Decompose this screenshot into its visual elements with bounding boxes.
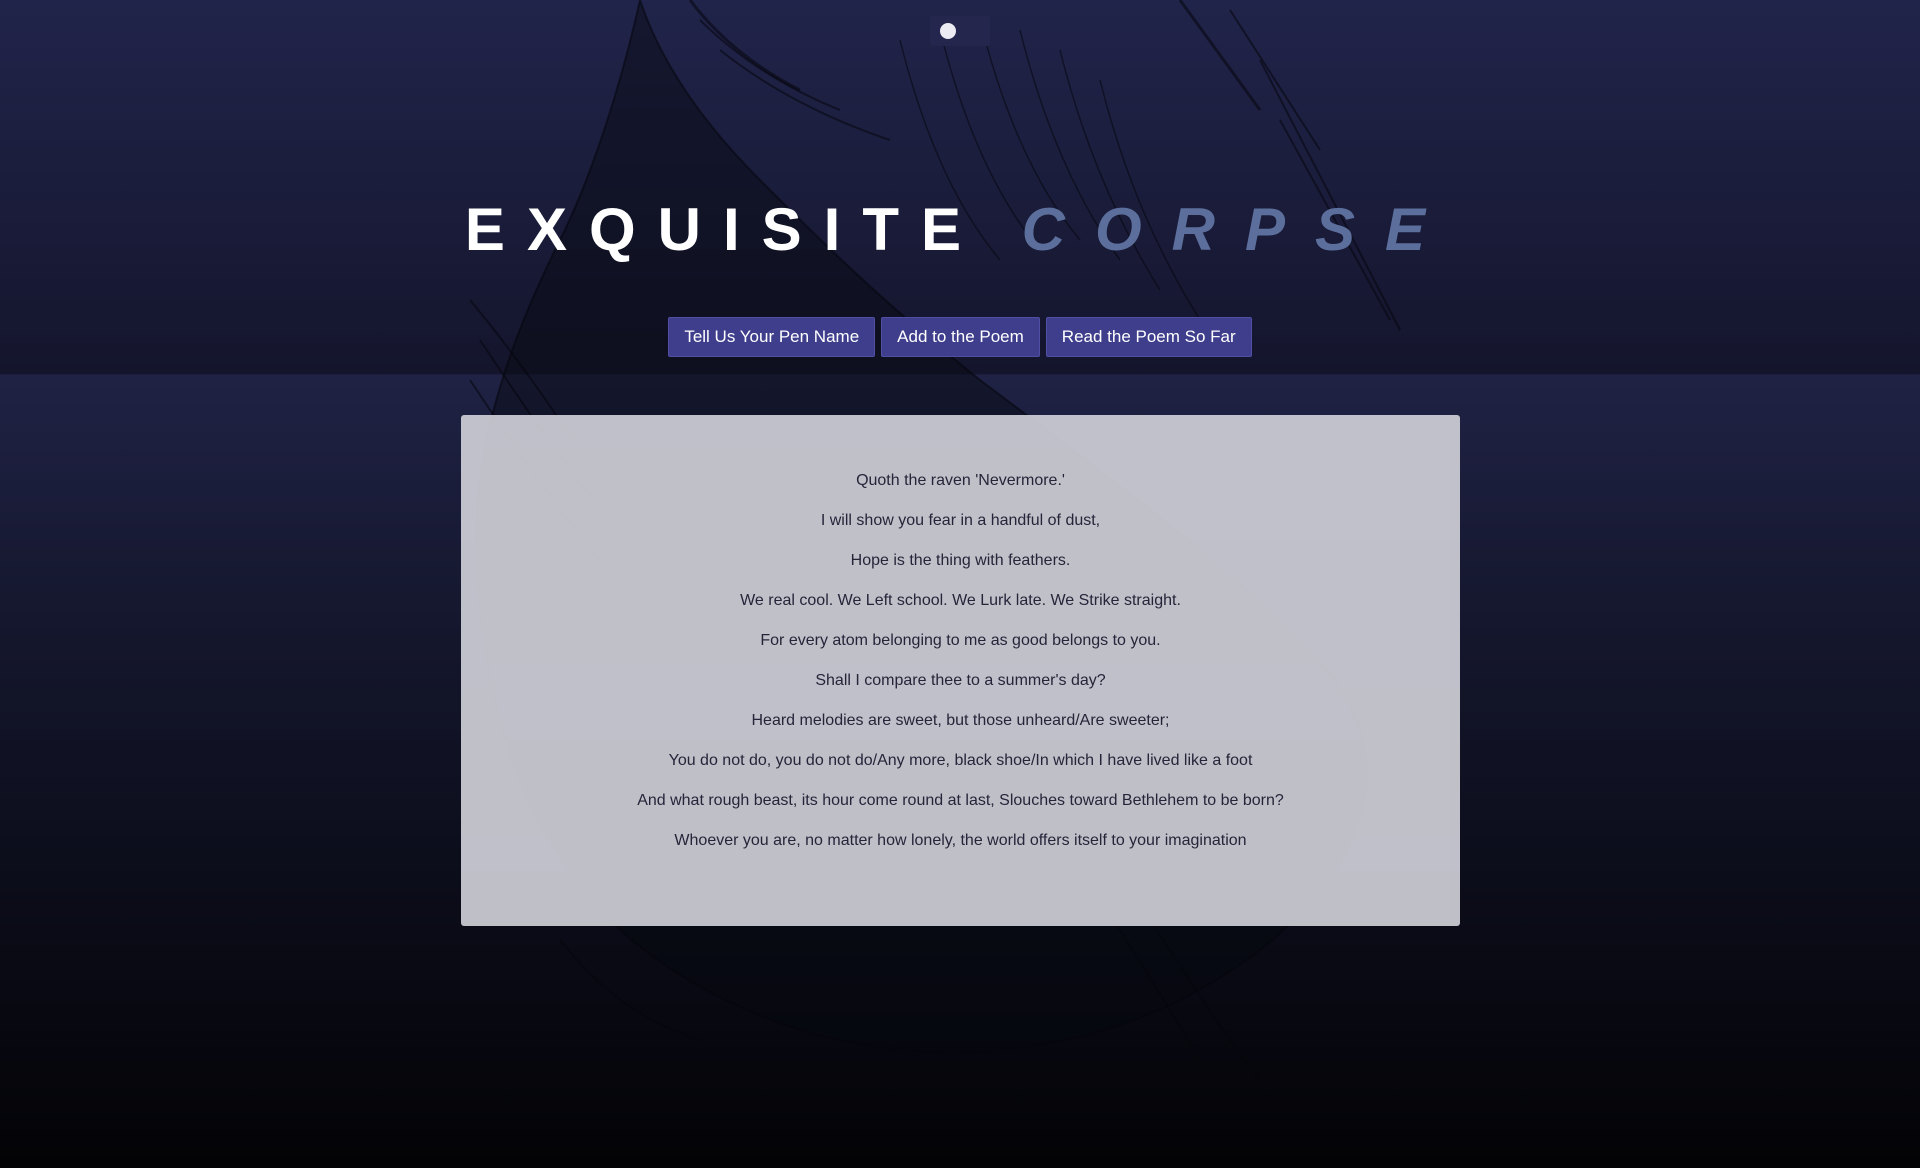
add-to-poem-button[interactable]: Add to the Poem: [881, 317, 1040, 357]
read-poem-button[interactable]: Read the Poem So Far: [1045, 317, 1252, 357]
page-title: EXQUISITE CORPSE: [0, 190, 1920, 270]
poem-line: And what rough beast, its hour come roun…: [637, 792, 1284, 809]
poem-line: You do not do, you do not do/Any more, b…: [668, 752, 1253, 769]
title-word-exquisite: EXQUISITE: [464, 196, 983, 264]
poem-line: We real cool. We Left school. We Lurk la…: [740, 592, 1181, 609]
poem-line: Heard melodies are sweet, but those unhe…: [751, 712, 1170, 729]
top-toggle[interactable]: [930, 16, 990, 46]
poem-line: Shall I compare thee to a summer's day?: [815, 672, 1106, 689]
pen-name-button[interactable]: Tell Us Your Pen Name: [668, 317, 876, 357]
poem-line: I will show you fear in a handful of dus…: [820, 512, 1101, 529]
poem-line: Quoth the raven 'Nevermore.': [856, 472, 1065, 489]
main-nav: Tell Us Your Pen Name Add to the Poem Re…: [0, 317, 1920, 357]
poem-line: Hope is the thing with feathers.: [850, 552, 1071, 569]
poem-line: For every atom belonging to me as good b…: [760, 632, 1161, 649]
poem-line: Whoever you are, no matter how lonely, t…: [674, 832, 1247, 849]
poem-card: Quoth the raven 'Nevermore.' I will show…: [461, 415, 1460, 926]
title-word-corpse: CORPSE: [1021, 196, 1456, 264]
dot-icon[interactable]: [940, 23, 956, 39]
